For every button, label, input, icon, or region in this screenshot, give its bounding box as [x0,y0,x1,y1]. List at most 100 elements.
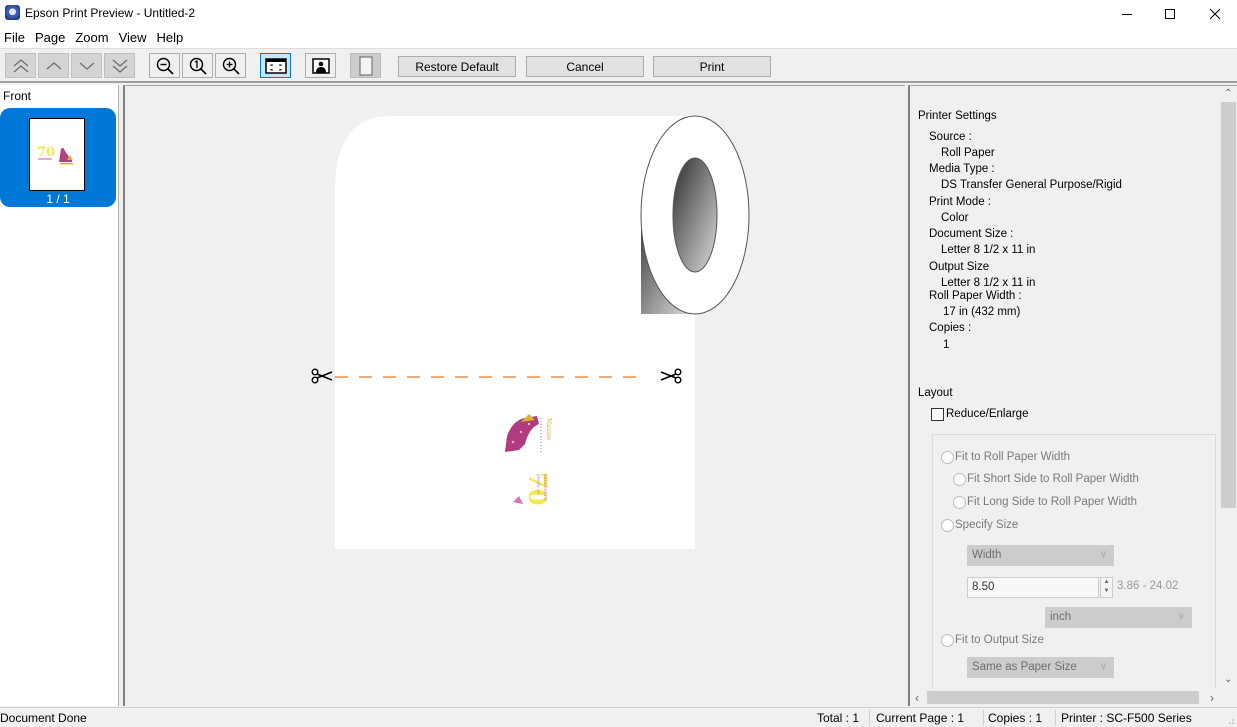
menu-help[interactable]: Help [153,27,190,48]
reduce-enlarge-label[interactable]: Reduce/Enlarge [946,408,1028,420]
source-label: Source : [929,131,972,143]
copies-value: 1 [943,339,950,351]
paper-sheet [335,116,695,549]
status-total: Total : 1 [817,711,860,725]
roll-width-value: 17 in (432 mm) [943,306,1021,318]
menu-bar: File Page Zoom View Help [0,27,1237,48]
fit-to-window-button[interactable] [260,53,291,78]
chevron-down-icon: ∨ [1099,661,1107,672]
menu-zoom[interactable]: Zoom [71,27,114,48]
specify-size-radio[interactable] [941,519,954,532]
status-divider [983,710,984,726]
restore-default-button[interactable]: Restore Default [398,56,516,77]
status-bar: Document Done Total : 1 Current Page : 1… [0,707,1237,727]
minimize-button[interactable] [1104,0,1150,27]
fit-window-icon [264,57,287,74]
media-type-label: Media Type : [929,163,995,175]
fit-roll-width-radio[interactable] [941,451,954,464]
title-bar: Epson Print Preview - Untitled-2 [0,0,1237,27]
actual-size-button[interactable] [182,53,213,78]
scissors-left-icon [311,368,333,384]
zoom-out-icon [156,57,174,75]
reduce-enlarge-checkbox[interactable] [931,408,944,421]
last-page-button[interactable] [104,53,135,78]
chevron-down-icon: ∨ [1099,549,1107,560]
fit-long-side-label: Fit Long Side to Roll Paper Width [967,496,1138,508]
menu-page[interactable]: Page [31,27,71,48]
window-title: Epson Print Preview - Untitled-2 [25,6,196,20]
fit-long-side-radio[interactable] [953,496,966,509]
first-page-button[interactable] [5,53,36,78]
menu-view[interactable]: View [115,27,153,48]
next-page-button[interactable] [71,53,102,78]
output-size-value: Letter 8 1/2 x 11 in [941,277,1036,289]
size-range-label: 3.86 - 24.02 [1117,580,1179,592]
page-thumbnail[interactable]: 70 1 / 1 [0,108,116,207]
size-value-input[interactable]: 8.50 [967,577,1099,598]
status-message: Document Done [0,711,87,725]
previous-page-button[interactable] [38,53,69,78]
roll-width-label: Roll Paper Width : [929,290,1022,302]
horizontal-scroll-thumb[interactable] [927,691,1199,704]
scroll-right-icon[interactable]: › [1210,691,1214,705]
menu-file[interactable]: File [0,27,31,48]
show-paper-button[interactable] [350,53,381,78]
zoom-actual-size-icon [189,57,207,75]
toolbar: Restore Default Cancel Print [0,48,1237,83]
size-value-text: 8.50 [972,581,995,593]
front-label: Front [3,89,32,103]
vertical-scrollbar[interactable]: ⌃ ⌄ [1220,86,1237,690]
output-size-select[interactable]: Same as Paper Size ∨ [967,657,1114,678]
zoom-in-icon [222,57,240,75]
scroll-down-icon[interactable]: ⌄ [1224,674,1232,685]
horizontal-scrollbar[interactable]: ‹ › [910,689,1222,706]
dimension-select-value: Width [972,549,1002,561]
close-button[interactable] [1192,0,1237,27]
maximize-icon [1165,8,1175,19]
show-image-button[interactable] [305,53,336,78]
thumbnail-page-number: 1 / 1 [46,192,70,206]
document-size-label: Document Size : [929,228,1014,240]
output-size-select-value: Same as Paper Size [972,661,1077,673]
roll-core [672,157,718,273]
minimize-icon [1122,13,1132,15]
scroll-left-icon[interactable]: ‹ [915,691,919,705]
status-divider [1055,710,1056,726]
chevron-down-icon [79,62,94,70]
size-spinner[interactable]: ▲ ▼ [1100,577,1113,598]
cancel-button[interactable]: Cancel [526,56,644,77]
specify-size-label: Specify Size [955,519,1019,531]
chevron-down-icon: ∨ [1177,611,1185,622]
fit-short-side-label: Fit Short Side to Roll Paper Width [967,473,1139,485]
print-button[interactable]: Print [653,56,771,77]
fit-output-size-radio[interactable] [941,634,954,647]
source-value: Roll Paper [941,147,995,159]
unit-select-value: inch [1050,611,1072,623]
vertical-scroll-thumb[interactable] [1221,102,1236,508]
print-mode-value: Color [941,212,969,224]
unit-select[interactable]: inch ∨ [1045,607,1192,628]
zoom-in-button[interactable] [215,53,246,78]
svg-text:excellence: excellence [542,474,548,501]
double-chevron-up-icon [13,58,28,72]
layout-heading: Layout [918,387,953,399]
document-size-value: Letter 8 1/2 x 11 in [941,244,1036,256]
print-mode-label: Print Mode : [929,196,991,208]
printer-settings-heading: Printer Settings [918,110,997,122]
epson-app-icon [5,5,20,20]
status-printer: Printer : SC-F500 Series [1061,711,1192,725]
roll-paper-preview: Maxine 70 years of excellence [311,115,750,549]
svg-text:70: 70 [37,145,55,160]
blank-page-icon [358,55,373,76]
maximize-button[interactable] [1147,0,1193,27]
thumbnail-panel: Front 70 1 / 1 [0,85,119,706]
scroll-up-icon[interactable]: ⌃ [1224,88,1232,99]
preview-area: Maxine 70 years of excellence [123,85,905,706]
fit-short-side-radio[interactable] [953,473,966,486]
close-icon [1209,8,1221,19]
thumbnail-artwork: 70 [37,145,73,165]
svg-text:Maxine: Maxine [545,418,552,441]
dimension-select[interactable]: Width ∨ [967,545,1114,566]
resize-grip-icon[interactable] [1225,715,1235,725]
zoom-out-button[interactable] [149,53,180,78]
